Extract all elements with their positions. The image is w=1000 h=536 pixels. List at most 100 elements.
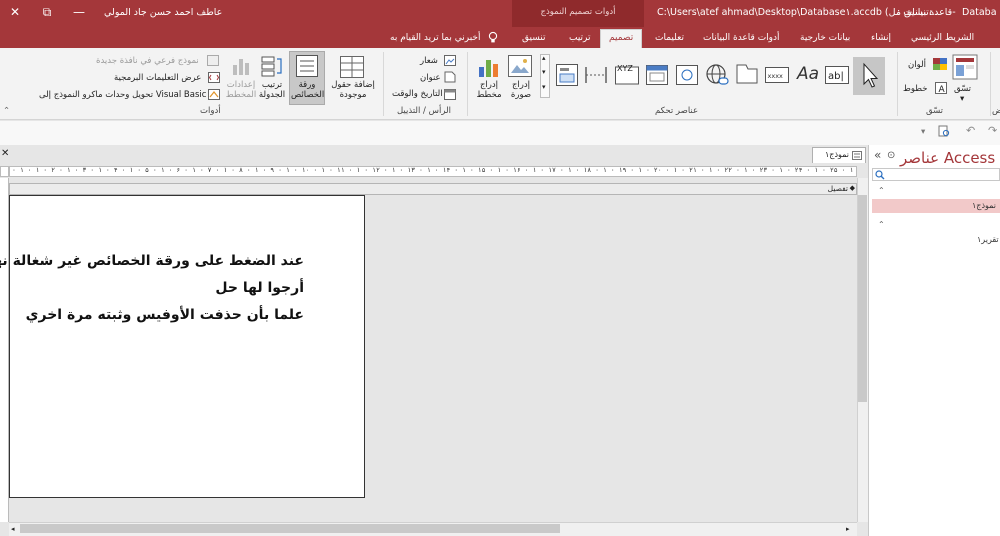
close-window-button[interactable]: ✕: [0, 0, 30, 27]
page-break-icon[interactable]: [585, 65, 607, 85]
convert-macros-label[interactable]: تحويل وحدات ماكرو النموذج إلى Visual Bas…: [39, 90, 206, 100]
restore-window-button[interactable]: ⧉: [32, 0, 62, 27]
nav-item-report1[interactable]: تقرير١: [977, 235, 999, 244]
tab-database-tools[interactable]: أدوات قاعدة البيانات: [703, 31, 780, 48]
nav-menu-icon[interactable]: ⊙: [887, 150, 895, 161]
insert-image-icon[interactable]: [508, 55, 532, 77]
convert-macros-icon[interactable]: [208, 89, 220, 100]
views-group-label-edge: ض: [992, 106, 1000, 116]
section-marker-icon: ◆: [849, 184, 855, 192]
nav-item-form1-label: نموذج١: [972, 201, 997, 210]
logo-icon[interactable]: [444, 55, 456, 66]
message-line-2: أرجوا لها حل: [215, 280, 304, 296]
subform-icon[interactable]: [556, 64, 578, 86]
message-line-3: علما بأن حذفت الأوفيس وثبته مرة اخري: [25, 307, 304, 323]
vertical-scroll-thumb[interactable]: [858, 195, 867, 402]
add-fields-label[interactable]: إضافة حقول موجودة: [330, 80, 376, 100]
textbox-icon[interactable]: ab|: [825, 66, 849, 84]
detail-section-bar[interactable]: تفصيل ◆: [9, 183, 857, 195]
nav-group-reports-chevron[interactable]: ⌃: [878, 220, 885, 229]
title-bar: عاطف احمد حسن جاد المولي C:\Users\atef a…: [0, 0, 1000, 27]
controls-group-label: عناصر تحكم: [655, 106, 699, 116]
fonts-icon[interactable]: A: [935, 82, 947, 94]
form-canvas[interactable]: عند الضغط على ورقة الخصائص غير شغالة نها…: [0, 195, 365, 498]
calendar-icon[interactable]: [444, 88, 456, 100]
scroll-left-arrow[interactable]: ◂: [11, 525, 15, 533]
option-group-icon[interactable]: XYZ: [615, 63, 639, 85]
hyperlink-icon[interactable]: [705, 63, 729, 87]
tell-me-box[interactable]: أخبرني بما تريد القيام به: [390, 31, 481, 48]
vertical-ruler: [0, 178, 9, 522]
nav-item-form1[interactable]: نموذج١: [872, 199, 1000, 213]
tab-order-label[interactable]: ترتيب الجدولة: [256, 80, 288, 100]
app-title-suffix: : قاعدة بيانات-: [897, 7, 956, 18]
tab-external-data[interactable]: بيانات خارجية: [800, 31, 850, 48]
ruler-corner[interactable]: [0, 166, 9, 177]
svg-text:XYZ: XYZ: [617, 64, 633, 73]
quick-access-bar: [0, 121, 1000, 145]
colors-icon[interactable]: [933, 58, 947, 70]
select-pointer-icon[interactable]: [853, 57, 885, 95]
minimize-window-button[interactable]: —: [64, 0, 94, 27]
themes-group-label: تسّق: [926, 106, 944, 116]
tab-design[interactable]: تصميم: [600, 29, 643, 48]
tab-help[interactable]: تعليمات: [655, 31, 684, 48]
print-preview-icon[interactable]: [938, 125, 950, 137]
ribbon-collapse-icon[interactable]: ⌃: [3, 106, 10, 116]
lightbulb-icon: [488, 31, 498, 43]
insert-image-label[interactable]: إدراج صورة: [509, 80, 533, 100]
form-icon: [852, 151, 862, 160]
label-control-icon[interactable]: Aa: [797, 64, 819, 84]
user-name: عاطف احمد حسن جاد المولي: [104, 7, 223, 18]
nav-group-forms-chevron[interactable]: ⌃: [878, 186, 885, 195]
tab-order-icon[interactable]: [261, 55, 283, 77]
view-button-label[interactable]: تسّق: [954, 84, 971, 94]
nav-pane-title: عناصر Access: [900, 149, 996, 167]
close-document-icon[interactable]: ✕: [1, 148, 9, 159]
insert-chart-icon[interactable]: [477, 55, 501, 79]
nav-collapse-button[interactable]: «: [874, 148, 881, 162]
document-tab[interactable]: نموذج١: [812, 147, 866, 163]
tab-control-icon[interactable]: [736, 64, 758, 84]
app-title: Databa: [962, 7, 997, 18]
ruler-ticks: · ۱ · ۱ · ۲ · ۱ · ۳ · ۱ · ۴ · ۱ · ۵ · ۱ …: [12, 166, 856, 174]
tab-create[interactable]: إنشاء: [871, 31, 891, 48]
button-control-icon[interactable]: xxxx: [765, 67, 789, 83]
web-browser-icon[interactable]: [676, 65, 698, 85]
svg-text:A: A: [939, 85, 946, 94]
tab-arrange[interactable]: ترتيب: [569, 31, 591, 48]
svg-text:ab|: ab|: [828, 71, 844, 82]
view-code-icon[interactable]: [208, 72, 220, 83]
property-sheet-label[interactable]: ورقة الخصائص: [291, 80, 324, 100]
customize-qat-icon[interactable]: ▾: [921, 127, 925, 137]
undo-icon[interactable]: ↶: [966, 124, 975, 137]
colors-label[interactable]: ألوان: [908, 60, 926, 70]
context-group-title: أدوات تصميم النموذج: [540, 7, 616, 17]
add-fields-icon[interactable]: [340, 56, 364, 78]
tab-home[interactable]: الشريط الرئيسي: [911, 31, 974, 48]
datetime-label[interactable]: التاريخ والوقت: [392, 89, 443, 99]
scroll-right-arrow[interactable]: ▸: [846, 525, 850, 533]
horizontal-ruler: · ۱ · ۱ · ۲ · ۱ · ۳ · ۱ · ۴ · ۱ · ۵ · ۱ …: [9, 166, 857, 177]
logo-label[interactable]: شعار: [420, 56, 438, 66]
subform-new-window-label: نموذج فرعي في نافذة جديدة: [96, 56, 199, 66]
chart-settings-label: إعدادات المخطط: [225, 80, 257, 100]
horizontal-scroll-thumb[interactable]: [20, 524, 560, 533]
title-icon[interactable]: [444, 71, 456, 83]
detail-section-label: تفصيل: [827, 184, 848, 193]
fonts-label[interactable]: خطوط: [903, 84, 927, 94]
tools-group-label: أدوات: [200, 106, 221, 116]
view-icon[interactable]: [952, 54, 978, 80]
nav-search-input[interactable]: [872, 168, 1000, 181]
title-label[interactable]: عنوان: [420, 73, 441, 83]
tab-format[interactable]: تنسيق: [522, 31, 545, 48]
view-dropdown-icon[interactable]: ▾: [960, 94, 964, 104]
controls-gallery-scroll[interactable]: ▴ ▾ ▾: [540, 54, 550, 98]
redo-icon[interactable]: ↷: [988, 124, 997, 137]
insert-chart-label[interactable]: إدراج مخطط: [476, 80, 502, 100]
document-tab-label: نموذج١: [824, 150, 849, 159]
search-icon: [875, 170, 885, 180]
property-sheet-icon[interactable]: [296, 55, 318, 77]
view-code-label[interactable]: عرض التعليمات البرمجية: [114, 73, 201, 83]
navigation-control-icon[interactable]: [646, 65, 668, 85]
